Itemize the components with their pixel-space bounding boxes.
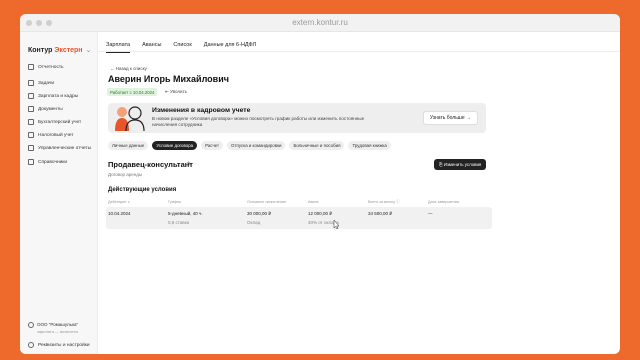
sidebar-item-documents[interactable]: Документы — [28, 106, 63, 112]
sidebar: Контур Экстерн ⌄ Отчетность Задачи Зарпл… — [20, 32, 98, 354]
banner-title: Изменения в кадровом учете — [152, 107, 251, 114]
mouse-cursor-icon — [333, 220, 339, 229]
tab-personal-data[interactable]: Личные данные — [108, 141, 149, 150]
position-title: Продавец-консультант — [108, 160, 193, 169]
banner-text: В новом разделе «Условия договора» можно… — [152, 116, 365, 127]
organization-switcher[interactable]: ООО "Ромашулька" зарплата — включено — [28, 322, 78, 334]
cell-date: 10.04.2024 — [108, 211, 131, 216]
column-header: Всего за месяц ⓘ — [368, 200, 400, 204]
status-badge: Работает с 10.04.2024 — [107, 88, 158, 96]
column-header: Дата завершения — [428, 200, 459, 204]
tab-vacations[interactable]: Отпуска и командировки — [227, 141, 286, 150]
column-header: Основное начисление — [247, 200, 287, 204]
tab-contract-terms[interactable]: Условие договора — [152, 141, 198, 150]
employee-name: Аверин Игорь Михайлович — [108, 74, 229, 84]
cell-schedule-sub: 0,5 ставки — [168, 220, 190, 225]
flag-icon — [28, 64, 34, 70]
tax-icon — [28, 132, 34, 138]
cell-salary-sub: Оклад — [247, 220, 261, 225]
tab-sick-leave[interactable]: Больничные и пособия — [289, 141, 345, 150]
cell-salary: 30 000,00 ₽ — [247, 211, 272, 216]
table-row[interactable]: 10.04.2024 5-дневный, 40 ч. 0,5 ставки 3… — [106, 207, 492, 229]
accounting-icon — [28, 119, 34, 125]
organization-icon — [28, 322, 34, 328]
documents-icon — [28, 106, 34, 112]
title-bar: extern.kontur.ru — [20, 14, 620, 32]
edit-icon[interactable]: ✎ — [187, 161, 192, 168]
sidebar-item-reports[interactable]: Управленческие отчеты — [28, 145, 91, 151]
column-header: Аванс — [308, 200, 319, 204]
dismiss-button[interactable]: ⇤ Уволить — [165, 89, 187, 95]
tab-employment-book[interactable]: Трудовая книжка — [348, 141, 391, 150]
reference-icon — [28, 159, 34, 165]
cell-total: 34 500,00 ₽ — [368, 211, 393, 216]
sidebar-item-tax[interactable]: Налоговый учет — [28, 132, 74, 138]
browser-window: extern.kontur.ru Контур Экстерн ⌄ Отчетн… — [20, 14, 620, 354]
gear-icon — [28, 342, 34, 348]
cell-end-date: — — [428, 211, 433, 216]
change-conditions-button[interactable]: ⎘ Изменить условия — [434, 159, 487, 170]
people-illustration-icon — [115, 106, 145, 131]
sidebar-item-salary[interactable]: Зарплата и кадры — [28, 93, 78, 99]
settings-link[interactable]: Реквизиты и настройки — [28, 342, 90, 348]
column-header: График — [168, 200, 181, 204]
back-link[interactable]: ← Назад к списку — [110, 66, 147, 71]
info-banner: Изменения в кадровом учете В новом разде… — [108, 103, 486, 133]
learn-more-button[interactable]: Узнать больше → — [422, 111, 478, 125]
address-bar[interactable]: extern.kontur.ru — [20, 18, 620, 27]
column-header: Действуют с — [108, 200, 130, 204]
sidebar-item-reference[interactable]: Справочники — [28, 159, 67, 165]
divider — [98, 51, 620, 52]
section-title: Действующие условия — [108, 187, 177, 193]
sidebar-item-accounting[interactable]: Бухгалтерский учет — [28, 119, 81, 125]
cell-schedule: 5-дневный, 40 ч. — [168, 211, 203, 216]
reports-icon — [28, 145, 34, 151]
cell-advance: 12 000,00 ₽ — [308, 211, 333, 216]
brand-logo[interactable]: Контур Экстерн ⌄ — [28, 46, 91, 54]
salary-icon — [28, 93, 34, 99]
chevron-down-icon[interactable]: ⌄ — [85, 47, 91, 54]
sidebar-item-tasks[interactable]: Задачи — [28, 80, 54, 86]
tab-calculation[interactable]: Расчет — [201, 141, 224, 150]
tasks-icon — [28, 80, 34, 86]
contract-type: Договор аренды — [108, 172, 143, 177]
employee-tabs: Личные данные Условие договора Расчет От… — [108, 141, 391, 150]
sidebar-item-reporting[interactable]: Отчетность — [28, 64, 64, 70]
